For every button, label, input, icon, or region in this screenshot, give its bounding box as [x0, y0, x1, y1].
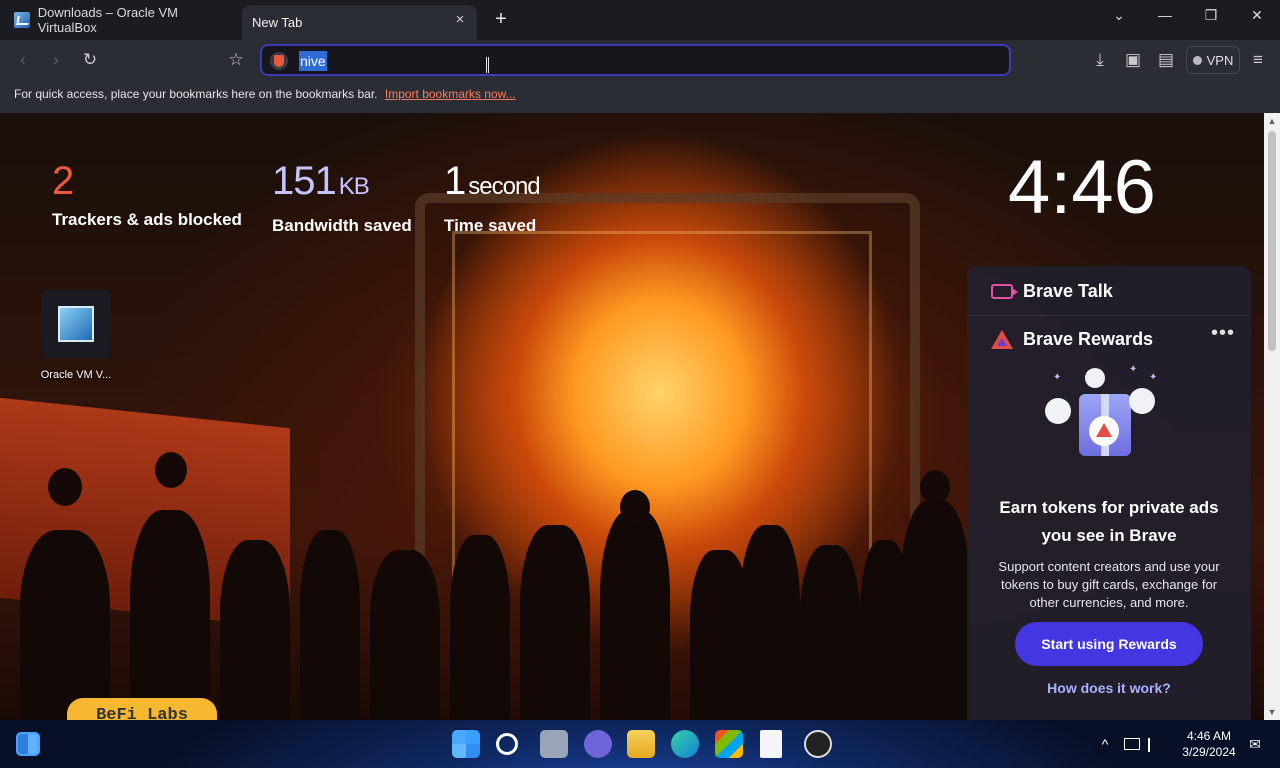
- tab-new-tab[interactable]: New Tab ×: [242, 5, 477, 40]
- desktop-shortcut-label: Oracle VM V...: [40, 369, 112, 381]
- microsoft-store-icon[interactable]: [715, 730, 743, 758]
- rewards-gift-illustration: ✦ ✦ ✦: [1045, 364, 1165, 468]
- more-options-icon[interactable]: •••: [1211, 322, 1235, 345]
- start-using-rewards-button[interactable]: Start using Rewards: [1015, 622, 1203, 666]
- close-window-button[interactable]: ✕: [1242, 4, 1272, 26]
- tab-title: New Tab: [252, 15, 303, 30]
- bookmarks-bar: For quick access, place your bookmarks h…: [0, 80, 1280, 113]
- vpn-button[interactable]: VPN: [1186, 46, 1240, 74]
- tab-search-chevron-icon[interactable]: ⌄: [1104, 4, 1134, 26]
- chevron-up-icon[interactable]: ^: [1096, 735, 1114, 753]
- menu-icon[interactable]: ≡: [1247, 49, 1269, 71]
- edge-browser-icon[interactable]: [671, 730, 699, 758]
- minimize-button[interactable]: —: [1150, 4, 1180, 26]
- bookmarks-bar-message: For quick access, place your bookmarks h…: [14, 87, 378, 101]
- windows-start-icon[interactable]: [452, 730, 480, 758]
- clock: 4:46: [1008, 145, 1156, 230]
- tab-title: Downloads – Oracle VM VirtualBox: [37, 5, 178, 35]
- taskbar-time: 4:46 AM: [1186, 729, 1232, 743]
- text-cursor-icon: [486, 57, 489, 73]
- trackers-blocked-stat: 2 Trackers & ads blocked: [52, 158, 242, 230]
- vpn-status-icon: [1192, 55, 1202, 65]
- background-crowd: [0, 452, 970, 720]
- downloads-icon[interactable]: ⤓: [1089, 49, 1111, 71]
- network-icon[interactable]: [1124, 738, 1140, 750]
- time-saved-stat: 1 second Time saved: [444, 158, 541, 236]
- search-icon[interactable]: [496, 733, 518, 755]
- address-bar[interactable]: nive: [260, 44, 1011, 76]
- trackers-blocked-value: 2: [52, 159, 74, 203]
- browser-toolbar: ‹ › ↻ ☆ nive ⤓ ▣ ▤ VPN ≡: [0, 40, 1280, 80]
- rewards-headline: Earn tokens for private ads you see in B…: [999, 498, 1219, 545]
- bandwidth-saved-value: 151: [272, 159, 337, 203]
- taskbar-clock[interactable]: 4:46 AM 3/29/2024: [1174, 728, 1244, 760]
- taskbar-date: 3/29/2024: [1182, 745, 1236, 759]
- new-tab-button[interactable]: +: [490, 8, 512, 30]
- brave-talk-title: Brave Talk: [1023, 280, 1113, 301]
- laptop-bubble-icon: [1085, 368, 1105, 388]
- time-saved-value: 1: [444, 159, 466, 203]
- bookmark-icon[interactable]: ☆: [225, 49, 247, 71]
- import-bookmarks-link[interactable]: Import bookmarks now...: [385, 87, 516, 101]
- trackers-blocked-label: Trackers & ads blocked: [52, 210, 242, 229]
- time-saved-label: Time saved: [444, 216, 537, 235]
- new-tab-page: 2 Trackers & ads blocked 151 KB Bandwidth…: [0, 113, 1264, 720]
- volume-icon[interactable]: [1148, 738, 1158, 752]
- bandwidth-saved-stat: 151 KB Bandwidth saved: [272, 158, 412, 236]
- scroll-thumb[interactable]: [1268, 131, 1276, 351]
- video-camera-icon: [991, 283, 1018, 299]
- virtualbox-favicon-icon: [14, 12, 30, 28]
- obs-studio-icon[interactable]: [804, 730, 832, 758]
- time-saved-unit: second: [468, 173, 540, 200]
- vpn-label: VPN: [1206, 52, 1234, 68]
- widget-divider: [967, 315, 1251, 316]
- maximize-button[interactable]: ❐: [1196, 4, 1226, 26]
- scroll-up-icon[interactable]: ▲: [1264, 113, 1280, 129]
- brave-talk-widget[interactable]: Brave Talk: [991, 278, 1113, 304]
- notepad-icon[interactable]: [760, 730, 782, 758]
- bat-triangle-icon: [991, 329, 1013, 349]
- wallet-icon[interactable]: ▤: [1155, 49, 1177, 71]
- rewards-description: Support content creators and use your to…: [998, 559, 1220, 610]
- scroll-down-icon[interactable]: ▼: [1264, 704, 1280, 720]
- brave-widgets-panel: Brave Talk Brave Rewards ••• ✦ ✦ ✦ Earn …: [967, 266, 1251, 720]
- search-bubble-icon: [1129, 388, 1155, 414]
- bat-logo-icon: [1089, 416, 1119, 446]
- tab-virtualbox-downloads[interactable]: Downloads – Oracle VM VirtualBox: [6, 5, 238, 35]
- desktop-shortcut-virtualbox[interactable]: Oracle VM V...: [36, 288, 116, 381]
- bandwidth-saved-unit: KB: [338, 173, 370, 200]
- befi-labs-badge: BeFi Labs: [67, 698, 217, 720]
- file-explorer-icon[interactable]: [627, 730, 655, 758]
- tab-strip: Downloads – Oracle VM VirtualBox New Tab…: [0, 0, 1280, 40]
- chat-icon[interactable]: [584, 730, 612, 758]
- bandwidth-saved-label: Bandwidth saved: [272, 216, 412, 235]
- brave-rewards-title: Brave Rewards: [1023, 328, 1154, 349]
- sidebar-icon[interactable]: ▣: [1122, 49, 1144, 71]
- brave-rewards-header: Brave Rewards: [991, 324, 1153, 354]
- task-view-icon[interactable]: [540, 730, 568, 758]
- brave-shield-icon[interactable]: [270, 52, 288, 70]
- reload-button[interactable]: ↻: [79, 49, 101, 71]
- document-bubble-icon: [1045, 398, 1071, 424]
- back-button[interactable]: ‹: [12, 49, 34, 71]
- address-bar-text[interactable]: nive: [299, 51, 327, 71]
- notification-icon[interactable]: ✉: [1246, 735, 1264, 753]
- close-tab-icon[interactable]: ×: [453, 12, 467, 27]
- show-desktop-widgets-icon[interactable]: [16, 732, 40, 756]
- how-does-it-work-link[interactable]: How does it work?: [967, 680, 1251, 696]
- page-scrollbar[interactable]: ▲ ▼: [1264, 113, 1280, 720]
- virtualbox-icon: [42, 290, 110, 358]
- windows-taskbar: ^ 4:46 AM 3/29/2024 ✉: [0, 720, 1280, 768]
- forward-button[interactable]: ›: [45, 49, 67, 71]
